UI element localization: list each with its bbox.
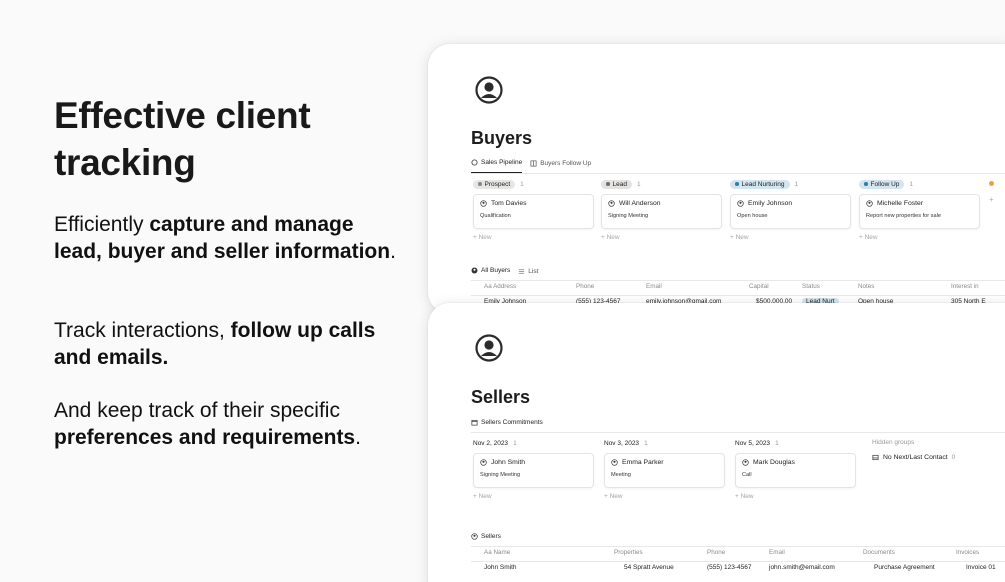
status-badge: Lead <box>601 179 632 189</box>
board-icon <box>530 160 537 166</box>
status-dot <box>989 181 994 186</box>
status-badge: Lead Nurturing <box>730 179 790 189</box>
column-header: Interest in <box>951 283 979 290</box>
user-icon <box>742 459 749 466</box>
tab-all-buyers[interactable]: All Buyers <box>471 265 511 281</box>
user-icon <box>471 267 478 274</box>
sellers-page-card: Sellers Sellers Commitments Nov 2, 2023 1… <box>428 303 1005 582</box>
user-icon <box>480 459 487 466</box>
user-icon <box>480 200 487 207</box>
column-count: 1 <box>636 180 641 188</box>
table-header: Aa Name Properties Phone Email Documents… <box>471 549 1005 561</box>
user-circle-icon <box>475 334 503 362</box>
user-icon <box>611 459 618 466</box>
buyers-tabs: Sales Pipeline Buyers Follow Up <box>471 157 591 173</box>
tab-sales-pipeline[interactable]: Sales Pipeline <box>471 157 523 173</box>
column-header: Documents <box>863 549 895 556</box>
user-icon <box>471 533 478 540</box>
kanban-card[interactable]: Tom Davies Qualification <box>473 194 594 229</box>
column-count: 1 <box>909 180 914 188</box>
new-card-button[interactable]: + New <box>735 493 857 500</box>
new-card-button[interactable]: + New <box>604 493 726 500</box>
kanban-card[interactable]: Michelle Foster Report new properties fo… <box>859 194 980 229</box>
table-row[interactable]: John Smith 54 Spratt Avenue (555) 123-45… <box>471 564 1005 576</box>
tab-buyers-follow-up[interactable]: Buyers Follow Up <box>530 157 591 173</box>
kanban-column-date: Nov 2, 2023 1 John Smith Signing Meeting … <box>473 437 595 500</box>
user-icon <box>866 200 873 207</box>
column-count: 1 <box>520 180 524 188</box>
kanban-card[interactable]: John Smith Signing Meeting <box>473 453 594 488</box>
hidden-groups-label: Hidden groups <box>872 439 915 446</box>
tab-list[interactable]: List <box>518 265 538 281</box>
column-header: Aa Name <box>484 549 511 556</box>
kanban-column-date: Nov 5, 2023 1 Mark Douglas Call + New <box>735 437 857 500</box>
column-header: Notes <box>858 283 875 290</box>
buyers-view-tabs: All Buyers List <box>471 265 538 281</box>
kanban-column-follow-up: Follow Up 1 Michelle Foster Report new p… <box>859 178 981 241</box>
column-count: 1 <box>794 180 799 188</box>
kanban-column-date: Nov 3, 2023 1 Emma Parker Meeting + New <box>604 437 726 500</box>
sellers-tabs: Sellers Commitments <box>471 417 543 433</box>
circle-icon <box>471 159 478 166</box>
column-header: Phone <box>707 549 726 556</box>
hero-paragraph-preferences: And keep track of their specific prefere… <box>54 399 361 449</box>
calendar-icon <box>471 419 478 426</box>
buyers-page-card: Buyers Sales Pipeline Buyers Follow Up P… <box>428 44 1005 314</box>
kanban-card[interactable]: Emma Parker Meeting <box>604 453 725 488</box>
kanban-card[interactable]: Mark Douglas Call <box>735 453 856 488</box>
status-badge: Follow Up <box>859 179 905 189</box>
user-icon <box>737 200 744 207</box>
kanban-card[interactable]: Will Anderson Signing Meeting <box>601 194 722 229</box>
tab-sellers[interactable]: Sellers <box>471 531 501 547</box>
table-header: Aa Address Phone Email Capital Status No… <box>471 283 1005 295</box>
kanban-card[interactable]: Emily Johnson Open house <box>730 194 851 229</box>
tray-icon <box>872 454 879 461</box>
new-card-button[interactable]: + New <box>859 234 981 241</box>
column-header: Aa Address <box>484 283 517 290</box>
column-header: Email <box>646 283 662 290</box>
column-header: Email <box>769 549 785 556</box>
new-card-button[interactable]: + New <box>473 493 595 500</box>
page-title: Buyers <box>471 128 533 148</box>
new-card-button[interactable]: + New <box>730 234 852 241</box>
column-header: Properties <box>614 549 643 556</box>
kanban-column-lead-nurturing: Lead Nurturing 1 Emily Johnson Open hous… <box>730 178 852 241</box>
hidden-group-item[interactable]: No Next/Last Contact 0 <box>872 454 955 461</box>
user-icon <box>608 200 615 207</box>
sellers-view-tabs: Sellers <box>471 531 501 547</box>
new-card-button[interactable]: + New <box>473 234 595 241</box>
add-group-button[interactable]: + <box>989 195 994 204</box>
column-header: Capital <box>749 283 769 290</box>
list-icon <box>519 268 525 274</box>
hero-paragraph-capture: Efficiently capture and manage lead, buy… <box>54 213 396 263</box>
status-badge: Prospect <box>473 179 516 189</box>
column-header: Invoices <box>956 549 980 556</box>
kanban-column-lead: Lead 1 Will Anderson Signing Meeting + N… <box>601 178 723 241</box>
kanban-column-prospect: Prospect 1 Tom Davies Qualification + Ne… <box>473 178 595 241</box>
column-header: Phone <box>576 283 595 290</box>
user-circle-icon <box>475 76 503 104</box>
page-title: Sellers <box>471 387 531 407</box>
new-card-button[interactable]: + New <box>601 234 723 241</box>
column-header: Status <box>802 283 820 290</box>
hero-paragraph-track: Track interactions, follow up calls and … <box>54 319 376 369</box>
tab-sellers-commitments[interactable]: Sellers Commitments <box>471 417 543 433</box>
hero-title: Effective client tracking <box>54 95 311 183</box>
